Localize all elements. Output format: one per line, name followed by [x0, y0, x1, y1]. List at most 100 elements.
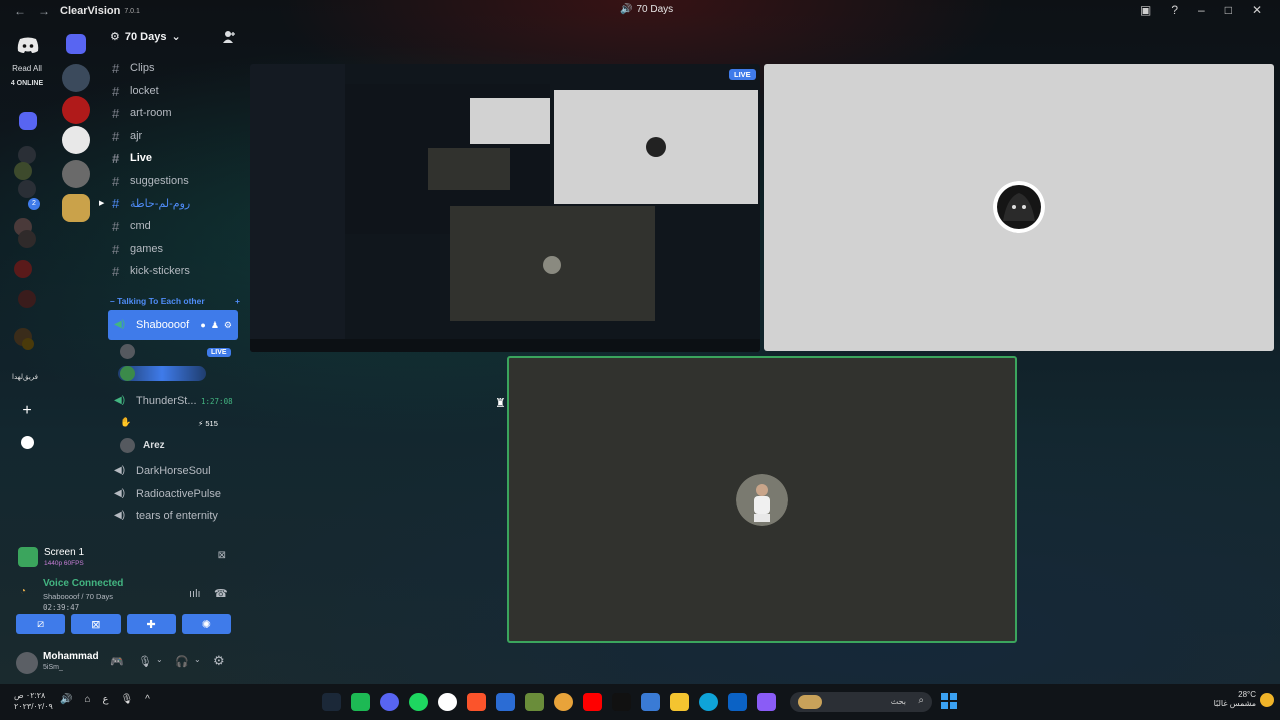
server-icon[interactable]	[62, 96, 90, 124]
voice-user[interactable]: ✋	[120, 417, 131, 428]
folder-icon[interactable]	[66, 34, 86, 54]
copilot-icon[interactable]	[757, 693, 776, 711]
chevron-up-icon[interactable]: ^	[145, 694, 150, 705]
avatar[interactable]	[16, 652, 38, 674]
app-icon[interactable]	[438, 693, 457, 711]
stop-stream-icon[interactable]: ⊠	[218, 550, 226, 561]
screen-share-button[interactable]: ⊠	[71, 614, 121, 634]
invite-icon[interactable]	[222, 30, 236, 44]
hash-icon: #	[112, 241, 120, 257]
explore-icon[interactable]	[21, 436, 34, 449]
voice-status[interactable]: Voice Connected	[43, 578, 123, 589]
server-icon[interactable]	[62, 126, 90, 154]
back-arrow-icon[interactable]: ←	[14, 4, 26, 18]
category-header[interactable]: – Talking To Each other +	[110, 296, 240, 306]
channel-live[interactable]: # Live	[112, 150, 152, 166]
chat-icon[interactable]: ●	[200, 320, 205, 331]
channel-suggestions[interactable]: # suggestions	[112, 173, 189, 189]
volume-icon[interactable]: 🔊	[60, 694, 72, 705]
guild-header[interactable]: ⚙ 70 Days ⌄	[110, 30, 181, 44]
server-icon[interactable]	[18, 290, 36, 308]
maximize-button[interactable]: □	[1225, 3, 1232, 17]
server-icon[interactable]	[62, 160, 90, 188]
file-explorer-icon[interactable]	[670, 693, 689, 711]
app-icon[interactable]	[351, 693, 370, 711]
chevron-down-icon[interactable]: ⌄	[156, 655, 163, 664]
server-icon[interactable]	[62, 64, 90, 92]
chrome-icon[interactable]	[554, 693, 573, 711]
channel-cmd[interactable]: # cmd	[112, 218, 151, 234]
add-server-icon[interactable]: +	[19, 403, 35, 420]
youtube-icon[interactable]	[583, 693, 602, 711]
voice-channel-tears[interactable]: ◀) tears of enternity	[108, 501, 238, 531]
edge-icon[interactable]	[699, 693, 718, 711]
stream-tile-camera[interactable]	[507, 356, 1017, 643]
read-all-button[interactable]: Read All	[0, 64, 54, 73]
channel-clips[interactable]: # Clips	[112, 60, 154, 76]
channel-art-room[interactable]: # art-room	[112, 105, 172, 121]
signal-icon[interactable]: ◔	[20, 586, 26, 597]
server-icon[interactable]	[22, 338, 34, 350]
taskbar-search[interactable]: بحث ⌕	[790, 692, 932, 712]
inbox-icon[interactable]: ▣	[1140, 3, 1151, 17]
mic-tray-icon[interactable]: 🎙	[120, 694, 133, 705]
minimize-button[interactable]: –	[1198, 3, 1205, 17]
disconnect-icon[interactable]: ☎	[214, 587, 228, 600]
microphone-icon[interactable]: 🎙	[138, 655, 152, 668]
headphones-icon[interactable]: 🎧	[175, 655, 189, 668]
folder-icon[interactable]	[19, 112, 37, 130]
language-indicator[interactable]: ع	[103, 694, 109, 705]
server-icon[interactable]	[62, 194, 90, 222]
discord-taskbar-icon[interactable]	[380, 693, 399, 711]
store-icon[interactable]	[641, 693, 660, 711]
app-icon[interactable]	[496, 693, 515, 711]
taskbar-clock[interactable]: ٠٢:٢٨ ص ٢٠٢٣/٠٢/٠٩	[14, 690, 53, 712]
user-name[interactable]: Mohammad	[43, 651, 99, 662]
server-text-logo[interactable]: ﻓﺮﻳﻖﻟﻬﺪﺍ	[12, 373, 38, 381]
voice-channel-active[interactable]: ◀) Shaboooof ● ♟ ⚙	[108, 310, 238, 340]
channel-kick-stickers[interactable]: # kick-stickers	[112, 263, 190, 279]
camera-button[interactable]: ⧄	[16, 614, 66, 634]
screen-title: Screen 1	[44, 547, 85, 558]
network-icon[interactable]: ⌂	[84, 694, 90, 705]
speaker-icon: 🔊	[620, 4, 633, 15]
cursor-icon: ♜	[495, 396, 506, 410]
gamepad-icon[interactable]: 🎮	[110, 655, 124, 668]
server-icon[interactable]	[18, 230, 36, 248]
close-button[interactable]: ✕	[1252, 3, 1262, 17]
avatar	[120, 344, 135, 359]
noise-suppression-icon[interactable]: ıılı	[189, 588, 201, 600]
channel-arabic[interactable]: ▶ # روم-لم-حاطة	[99, 195, 190, 211]
channel-locket[interactable]: # locket	[112, 83, 159, 99]
voice-user[interactable]	[120, 344, 135, 359]
stream-tile-screen[interactable]	[250, 64, 760, 352]
channel-games[interactable]: # games	[112, 241, 163, 257]
stream-tile-gray[interactable]	[764, 64, 1274, 351]
server-icon[interactable]	[18, 180, 36, 198]
activities-button[interactable]: ✚	[126, 614, 176, 634]
weather-widget[interactable]: 28°C مشمس غالبًا	[1214, 690, 1256, 708]
steam-icon[interactable]	[322, 693, 341, 711]
brave-icon[interactable]	[467, 693, 486, 711]
chevron-down-icon[interactable]: ⌄	[194, 655, 201, 664]
help-icon[interactable]: ?	[1171, 3, 1178, 17]
spotify-icon[interactable]	[409, 693, 428, 711]
channel-ajr[interactable]: # ajr	[112, 128, 142, 144]
outlook-icon[interactable]	[728, 693, 747, 711]
windows-start-icon[interactable]	[941, 693, 957, 709]
add-channel-icon[interactable]: +	[235, 296, 240, 306]
discord-logo-icon[interactable]	[16, 36, 40, 54]
channel-label: Clips	[130, 62, 155, 74]
minecraft-icon[interactable]	[525, 693, 544, 711]
gear-icon[interactable]: ⚙	[224, 320, 232, 331]
forward-arrow-icon[interactable]: →	[38, 4, 50, 18]
settings-gear-icon[interactable]: ⚙	[213, 653, 225, 669]
voice-action-buttons: ⧄ ⊠ ✚ ✺	[16, 614, 231, 634]
invite-icon[interactable]: ♟	[211, 320, 219, 331]
voice-user-highlight[interactable]	[118, 366, 206, 381]
server-icon[interactable]	[14, 162, 32, 180]
voice-user-arez[interactable]: Arez	[120, 438, 165, 453]
soundboard-button[interactable]: ✺	[181, 614, 231, 634]
tiktok-icon[interactable]	[612, 693, 631, 711]
server-icon[interactable]	[14, 260, 32, 278]
